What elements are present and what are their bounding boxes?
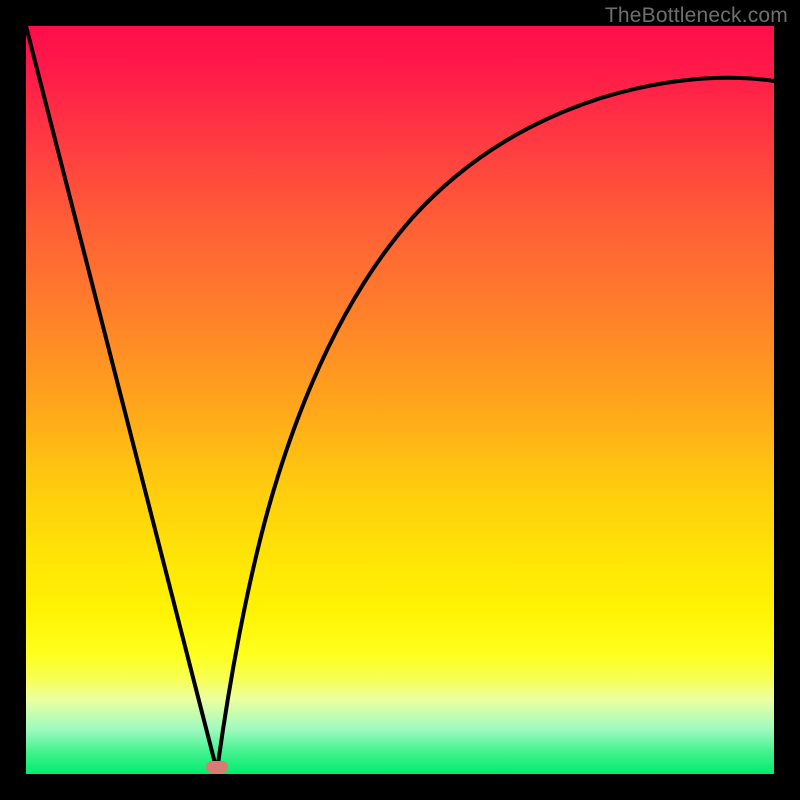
minimum-marker [206, 761, 228, 773]
chart-lines [26, 26, 774, 774]
watermark-text: TheBottleneck.com [605, 4, 788, 28]
curve-path [26, 26, 774, 771]
chart-area [26, 26, 774, 774]
